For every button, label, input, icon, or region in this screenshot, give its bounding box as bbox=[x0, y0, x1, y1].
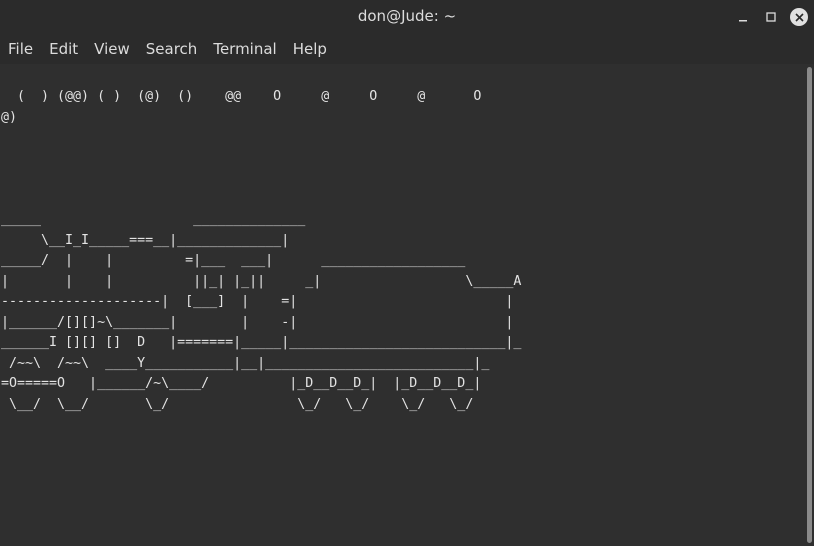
title-bar[interactable]: don@Jude: ~ bbox=[0, 0, 814, 34]
terminal-window: don@Jude: ~ File Edit View Search Termin… bbox=[0, 0, 814, 546]
minimize-icon bbox=[739, 20, 747, 22]
window-title: don@Jude: ~ bbox=[357, 7, 457, 25]
window-controls bbox=[726, 6, 808, 28]
menu-search[interactable]: Search bbox=[138, 40, 206, 58]
menu-view[interactable]: View bbox=[86, 40, 138, 58]
close-icon bbox=[794, 12, 804, 22]
menu-help[interactable]: Help bbox=[285, 40, 335, 58]
terminal-output: ( ) (@@) ( ) (@) () @@ O @ O @ O @) ____… bbox=[1, 89, 522, 412]
vertical-scrollbar[interactable] bbox=[804, 64, 814, 546]
maximize-button[interactable] bbox=[760, 6, 782, 28]
menu-edit[interactable]: Edit bbox=[41, 40, 86, 58]
terminal-area[interactable]: ( ) (@@) ( ) (@) () @@ O @ O @ O @) ____… bbox=[0, 64, 804, 546]
menu-file[interactable]: File bbox=[0, 40, 41, 58]
menu-terminal[interactable]: Terminal bbox=[205, 40, 284, 58]
close-button[interactable] bbox=[790, 8, 808, 26]
scrollbar-thumb[interactable] bbox=[807, 67, 812, 543]
minimize-button[interactable] bbox=[732, 6, 754, 28]
menu-bar: File Edit View Search Terminal Help bbox=[0, 34, 814, 64]
maximize-icon bbox=[766, 12, 776, 22]
